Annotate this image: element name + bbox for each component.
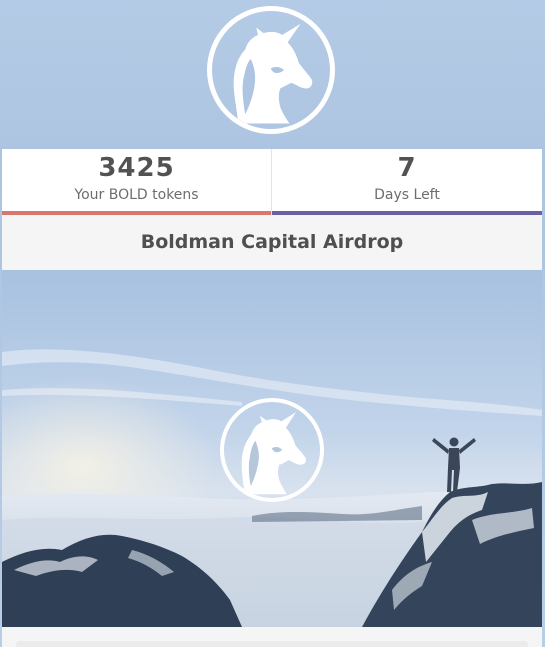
- hero-unicorn-logo-icon: [220, 398, 324, 502]
- campaign-title: Boldman Capital Airdrop: [2, 215, 542, 270]
- unicorn-logo-icon: [207, 6, 335, 134]
- mountain-summit-sunrise-image: [2, 270, 542, 627]
- footer-strip: [2, 627, 542, 647]
- tokens-count: 3425: [98, 153, 175, 183]
- tokens-stat: 3425 Your BOLD tokens: [2, 149, 272, 215]
- header-banner: [0, 0, 545, 146]
- days-count: 7: [397, 153, 417, 183]
- stats-row: 3425 Your BOLD tokens 7 Days Left: [2, 149, 542, 215]
- days-label: Days Left: [374, 187, 440, 203]
- days-stat: 7 Days Left: [272, 149, 542, 215]
- airdrop-card: 3425 Your BOLD tokens 7 Days Left Boldma…: [2, 149, 542, 647]
- tokens-label: Your BOLD tokens: [74, 187, 199, 203]
- airdrop-page: 3425 Your BOLD tokens 7 Days Left Boldma…: [0, 0, 545, 647]
- next-card-top: [16, 641, 528, 647]
